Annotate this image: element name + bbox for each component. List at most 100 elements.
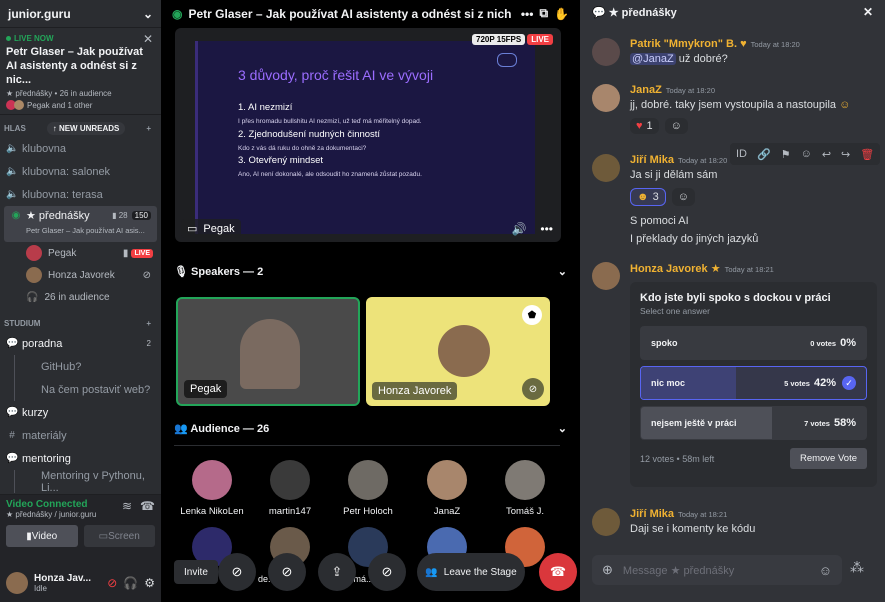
channel-mentoring[interactable]: 💬 mentoring [0,447,161,470]
reaction-heart[interactable]: ♥ 1 [630,118,659,134]
leave-stage-button[interactable]: 👥 Leave the Stage [417,553,525,591]
thread-github[interactable]: GitHub? [14,355,161,378]
message-input[interactable]: ⊕ Message ★ přednášky ☺ [592,555,842,585]
audience-member[interactable]: Petr Holoch [333,460,403,517]
thread-mentoring-python[interactable]: Mentoring v Pythonu, Li... [14,470,161,494]
apps-icon[interactable]: ⁂ [850,559,864,576]
channel-poradna[interactable]: 💬 poradna 2 [0,332,161,355]
speakers-header[interactable]: 🎙 Speakers — 2 ⌄ [162,259,579,283]
audience-member[interactable]: martin147 [255,460,325,517]
add-reaction-icon[interactable]: ☺ [671,188,695,206]
poll-hint: Select one answer [640,306,710,316]
add-reaction-icon[interactable]: ☺ [664,118,688,134]
invite-button[interactable]: Invite [174,560,218,584]
mention[interactable]: @JanaZ [630,53,676,65]
avatar[interactable] [592,154,620,182]
speaker-icon: 🔈 [6,166,19,177]
stage-view: ◉ Petr Glaser – Jak používat AI asistent… [162,0,579,602]
poll-option-selected[interactable]: nic moc 5 votes 42% ✓ [640,366,867,400]
user-panel: Honza Jav... Idle ⊘ 🎧 ⚙ [0,564,161,602]
message[interactable]: JanaZ Today at 18:20 jj, dobré. taky jsem… [592,84,877,134]
channel-klubovna-salonek[interactable]: 🔈 klubovna: salonek [0,160,161,183]
more-icon[interactable]: ••• [540,222,553,236]
stage-audience-count[interactable]: 🎧 26 in audience [0,286,161,308]
channel-prednasky[interactable]: ◉ ★ přednášky ▮ 28 150 Petr Glaser – Jak po… [4,206,157,242]
live-title: Petr Glaser – Jak používat AI asistenty … [6,46,143,86]
poll-time-left: 58m left [682,453,715,464]
stage-user-honza[interactable]: Honza Javorek ⊘ [0,264,161,286]
mic-muted-button[interactable]: ⊘ [368,553,406,591]
speaker-tile-honza[interactable]: ⬟ Honza Javorek ⊘ [366,297,550,406]
audience-member[interactable]: Tomáš J. [490,460,560,517]
live-who: Pegak and 1 other [27,100,93,110]
reaction-laugh[interactable]: ☻ 3 [630,188,666,206]
message[interactable]: Jiří Mika Today at 18:20 Ja si ji dělám s… [592,154,877,248]
add-icon[interactable]: ⊕ [602,562,613,578]
star-icon: ★ [710,263,721,275]
heart-icon: ♥ [740,38,747,50]
category-studium[interactable]: STUDIUM + [0,314,161,332]
channel-kurzy[interactable]: 💬 kurzy [0,401,161,424]
screen-share-button[interactable]: ⇪ [318,553,356,591]
poll: Kdo jste byli spoko s dockou v práci Sel… [630,282,877,487]
avatar[interactable] [6,572,28,594]
stage-user-pegak[interactable]: Pegak ▮ LIVE [0,242,161,264]
screen-share[interactable]: 3 důvody, proč řešit AI ve vývoji 1. AI … [175,28,561,242]
add-channel-icon[interactable]: + [146,124,151,133]
camera-icon: ▮ [122,247,129,259]
remove-vote-button[interactable]: Remove Vote [789,448,867,469]
noise-icon[interactable]: ≋ [122,499,132,519]
screen-button[interactable]: ▭ Screen [83,525,155,547]
new-unreads-pill[interactable]: ↑ NEW UNREADS [46,121,126,135]
more-icon[interactable]: ••• [521,7,534,21]
live-audience: 26 in audience [59,89,112,98]
mic-muted-icon[interactable]: ⊘ [107,576,117,590]
server-header[interactable]: junior.guru ⌄ [0,0,161,28]
poll-question: Kdo jste byli spoko s dockou v práci [640,292,831,304]
message[interactable]: Patrik "Mmykron" B. ♥ Today at 18:20 @Jan… [592,38,877,68]
channel-klubovna-terasa[interactable]: 🔈 klubovna: terasa [0,183,161,206]
camera-off-button[interactable]: ⊘ [218,553,256,591]
audience-member[interactable]: JanaZ [412,460,482,517]
brain-icon [497,53,517,67]
tile-name: Honza Javorek [372,382,458,400]
channel-sidebar: junior.guru ⌄ LIVE NOW ✕ Petr Glaser – J… [0,0,161,602]
popout-icon[interactable]: ⧉ [539,6,548,21]
avatar[interactable] [592,38,620,66]
raise-hand-icon[interactable]: ✋ [554,7,569,21]
chat-icon: 💬 [592,6,606,19]
disconnect-icon[interactable]: ☎ [140,499,155,519]
thread-na-cem[interactable]: Na čem postaviť web? [14,378,161,401]
avatar[interactable] [592,84,620,112]
emoji-icon[interactable]: ☺ [819,563,832,578]
live-now-banner[interactable]: LIVE NOW ✕ Petr Glaser – Jak používat AI… [0,28,161,115]
avatar[interactable] [592,508,620,536]
speaker-tile-pegak[interactable]: Pegak [176,297,360,406]
video-button[interactable]: ▮ Video [6,525,78,547]
message[interactable]: Honza Javorek ★ Today at 18:21 [592,262,877,290]
video-off-button[interactable]: ⊘ [268,553,306,591]
slide-note: Ano, AI není dokonalé, ale odsoudit ho z… [238,171,422,178]
category-hlas[interactable]: HLAS ↑ NEW UNREADS + [0,119,161,137]
voice-connected-panel: Video Connected ★ přednášky / junior.guru… [0,494,161,564]
add-channel-icon[interactable]: + [146,319,151,328]
poll-option[interactable]: spoko 0 votes 0% [640,326,867,360]
gear-icon[interactable]: ⚙ [144,576,155,590]
avatar[interactable] [592,262,620,290]
audience-header[interactable]: 👥 Audience — 26 ⌄ [162,416,579,440]
poll-option[interactable]: nejsem ještě v práci 7 votes 58% [640,406,867,440]
close-icon[interactable]: ✕ [863,5,873,19]
channel-klubovna[interactable]: 🔈 klubovna [0,137,161,160]
user-name: Honza Jav... [34,573,92,584]
message[interactable]: Jiří Mika Today at 18:21 Daji se i koment… [592,508,877,538]
stage-header: ◉ Petr Glaser – Jak používat AI asistent… [162,0,579,27]
volume-icon[interactable]: 🔊 [511,222,526,236]
close-icon[interactable]: ✕ [143,32,153,46]
headphones-icon[interactable]: 🎧 [123,576,138,590]
forum-icon: 💬 [6,407,19,418]
audience-member[interactable]: Lenka NikoLen [177,460,247,517]
disconnect-button[interactable]: ☎ [539,553,577,591]
speaker-icon: 🔈 [6,189,19,200]
mic-icon: 🎙 [174,265,188,278]
channel-materialy[interactable]: # materiály [0,424,161,447]
